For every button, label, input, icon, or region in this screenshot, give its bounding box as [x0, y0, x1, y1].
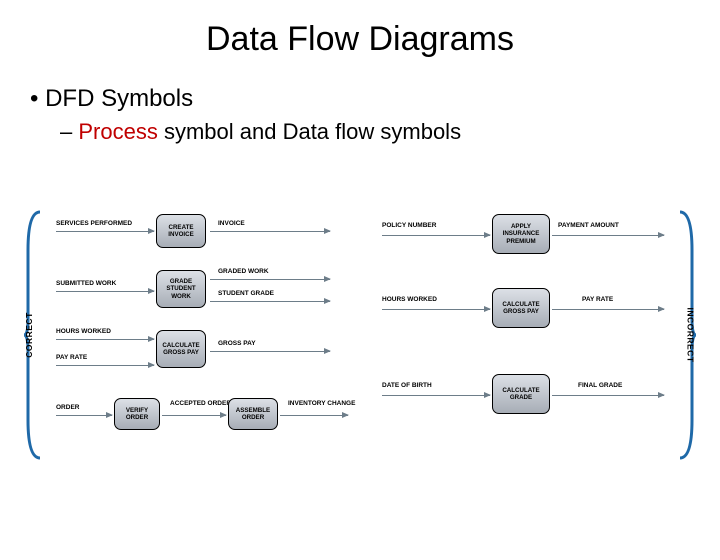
page-title: Data Flow Diagrams	[0, 20, 720, 59]
flow-in-label: HOURS WORKED	[382, 296, 437, 303]
slide: Data Flow Diagrams • DFD Symbols – Proce…	[0, 20, 720, 560]
flow-out-label: FINAL GRADE	[578, 382, 622, 389]
label-incorrect: INCORRECT	[685, 307, 695, 362]
arrow-icon	[56, 231, 154, 232]
flow-out-label: STUDENT GRADE	[218, 290, 274, 297]
flow-in-label: SERVICES PERFORMED	[56, 220, 132, 227]
bullet-marker: •	[30, 85, 45, 112]
arrow-icon	[162, 415, 226, 416]
arrow-icon	[56, 415, 112, 416]
arrow-icon	[382, 395, 490, 396]
arrow-icon	[552, 309, 664, 310]
correct-row-2: SUBMITTED WORK GRADE STUDENT WORK GRADED…	[56, 264, 358, 310]
correct-column: SERVICES PERFORMED CREATE INVOICE INVOIC…	[56, 210, 358, 446]
flow-out-label: PAY RATE	[582, 296, 613, 303]
arrow-icon	[210, 351, 330, 352]
process-box: CALCULATE GROSS PAY	[492, 288, 550, 328]
process-box: APPLY INSURANCE PREMIUM	[492, 214, 550, 254]
process-box: CREATE INVOICE	[156, 214, 206, 248]
correct-row-1: SERVICES PERFORMED CREATE INVOICE INVOIC…	[56, 210, 358, 250]
arrow-icon	[210, 279, 330, 280]
arrow-icon	[382, 309, 490, 310]
arrow-icon	[56, 339, 154, 340]
correct-row-3: HOURS WORKED PAY RATE CALCULATE GROSS PA…	[56, 324, 358, 374]
flow-in-label: SUBMITTED WORK	[56, 280, 116, 287]
bullet-text: DFD Symbols	[45, 85, 193, 112]
flow-in-label: POLICY NUMBER	[382, 222, 436, 229]
incorrect-row-3: DATE OF BIRTH CALCULATE GRADE FINAL GRAD…	[382, 368, 674, 418]
flow-out-label: INVENTORY CHANGE	[288, 400, 355, 407]
process-box: GRADE STUDENT WORK	[156, 270, 206, 308]
arrow-icon	[210, 231, 330, 232]
flow-in-label: PAY RATE	[56, 354, 87, 361]
arrow-icon	[280, 415, 348, 416]
flow-in-label: ORDER	[56, 404, 79, 411]
label-correct: CORRECT	[24, 312, 34, 358]
arrow-icon	[382, 235, 490, 236]
arrow-icon	[56, 291, 154, 292]
arrow-icon	[210, 301, 330, 302]
flow-in-label: HOURS WORKED	[56, 328, 111, 335]
bullet-text-rest: symbol and Data flow symbols	[158, 119, 461, 144]
flow-out-label: GRADED WORK	[218, 268, 269, 275]
bullet-level-1: • DFD Symbols	[30, 85, 720, 113]
incorrect-row-1: POLICY NUMBER APPLY INSURANCE PREMIUM PA…	[382, 210, 674, 256]
flow-out-label: INVOICE	[218, 220, 245, 227]
process-box: CALCULATE GROSS PAY	[156, 330, 206, 368]
arrow-icon	[552, 235, 664, 236]
incorrect-row-2: HOURS WORKED CALCULATE GROSS PAY PAY RAT…	[382, 282, 674, 342]
process-box: VERIFY ORDER	[114, 398, 160, 430]
bullet-text-highlight: Process	[78, 119, 157, 144]
flow-mid-label: ACCEPTED ORDER	[170, 400, 231, 407]
flow-in-label: DATE OF BIRTH	[382, 382, 432, 389]
flow-out-label: GROSS PAY	[218, 340, 256, 347]
process-box: ASSEMBLE ORDER	[228, 398, 278, 430]
correct-row-4: ORDER VERIFY ORDER ACCEPTED ORDER ASSEMB…	[56, 388, 358, 432]
bullet-level-2: – Process symbol and Data flow symbols	[60, 119, 720, 145]
arrow-icon	[552, 395, 664, 396]
flow-out-label: PAYMENT AMOUNT	[558, 222, 619, 229]
arrow-icon	[56, 365, 154, 366]
bullet-dash: –	[60, 119, 78, 144]
process-box: CALCULATE GRADE	[492, 374, 550, 414]
incorrect-column: POLICY NUMBER APPLY INSURANCE PREMIUM PA…	[382, 210, 674, 432]
